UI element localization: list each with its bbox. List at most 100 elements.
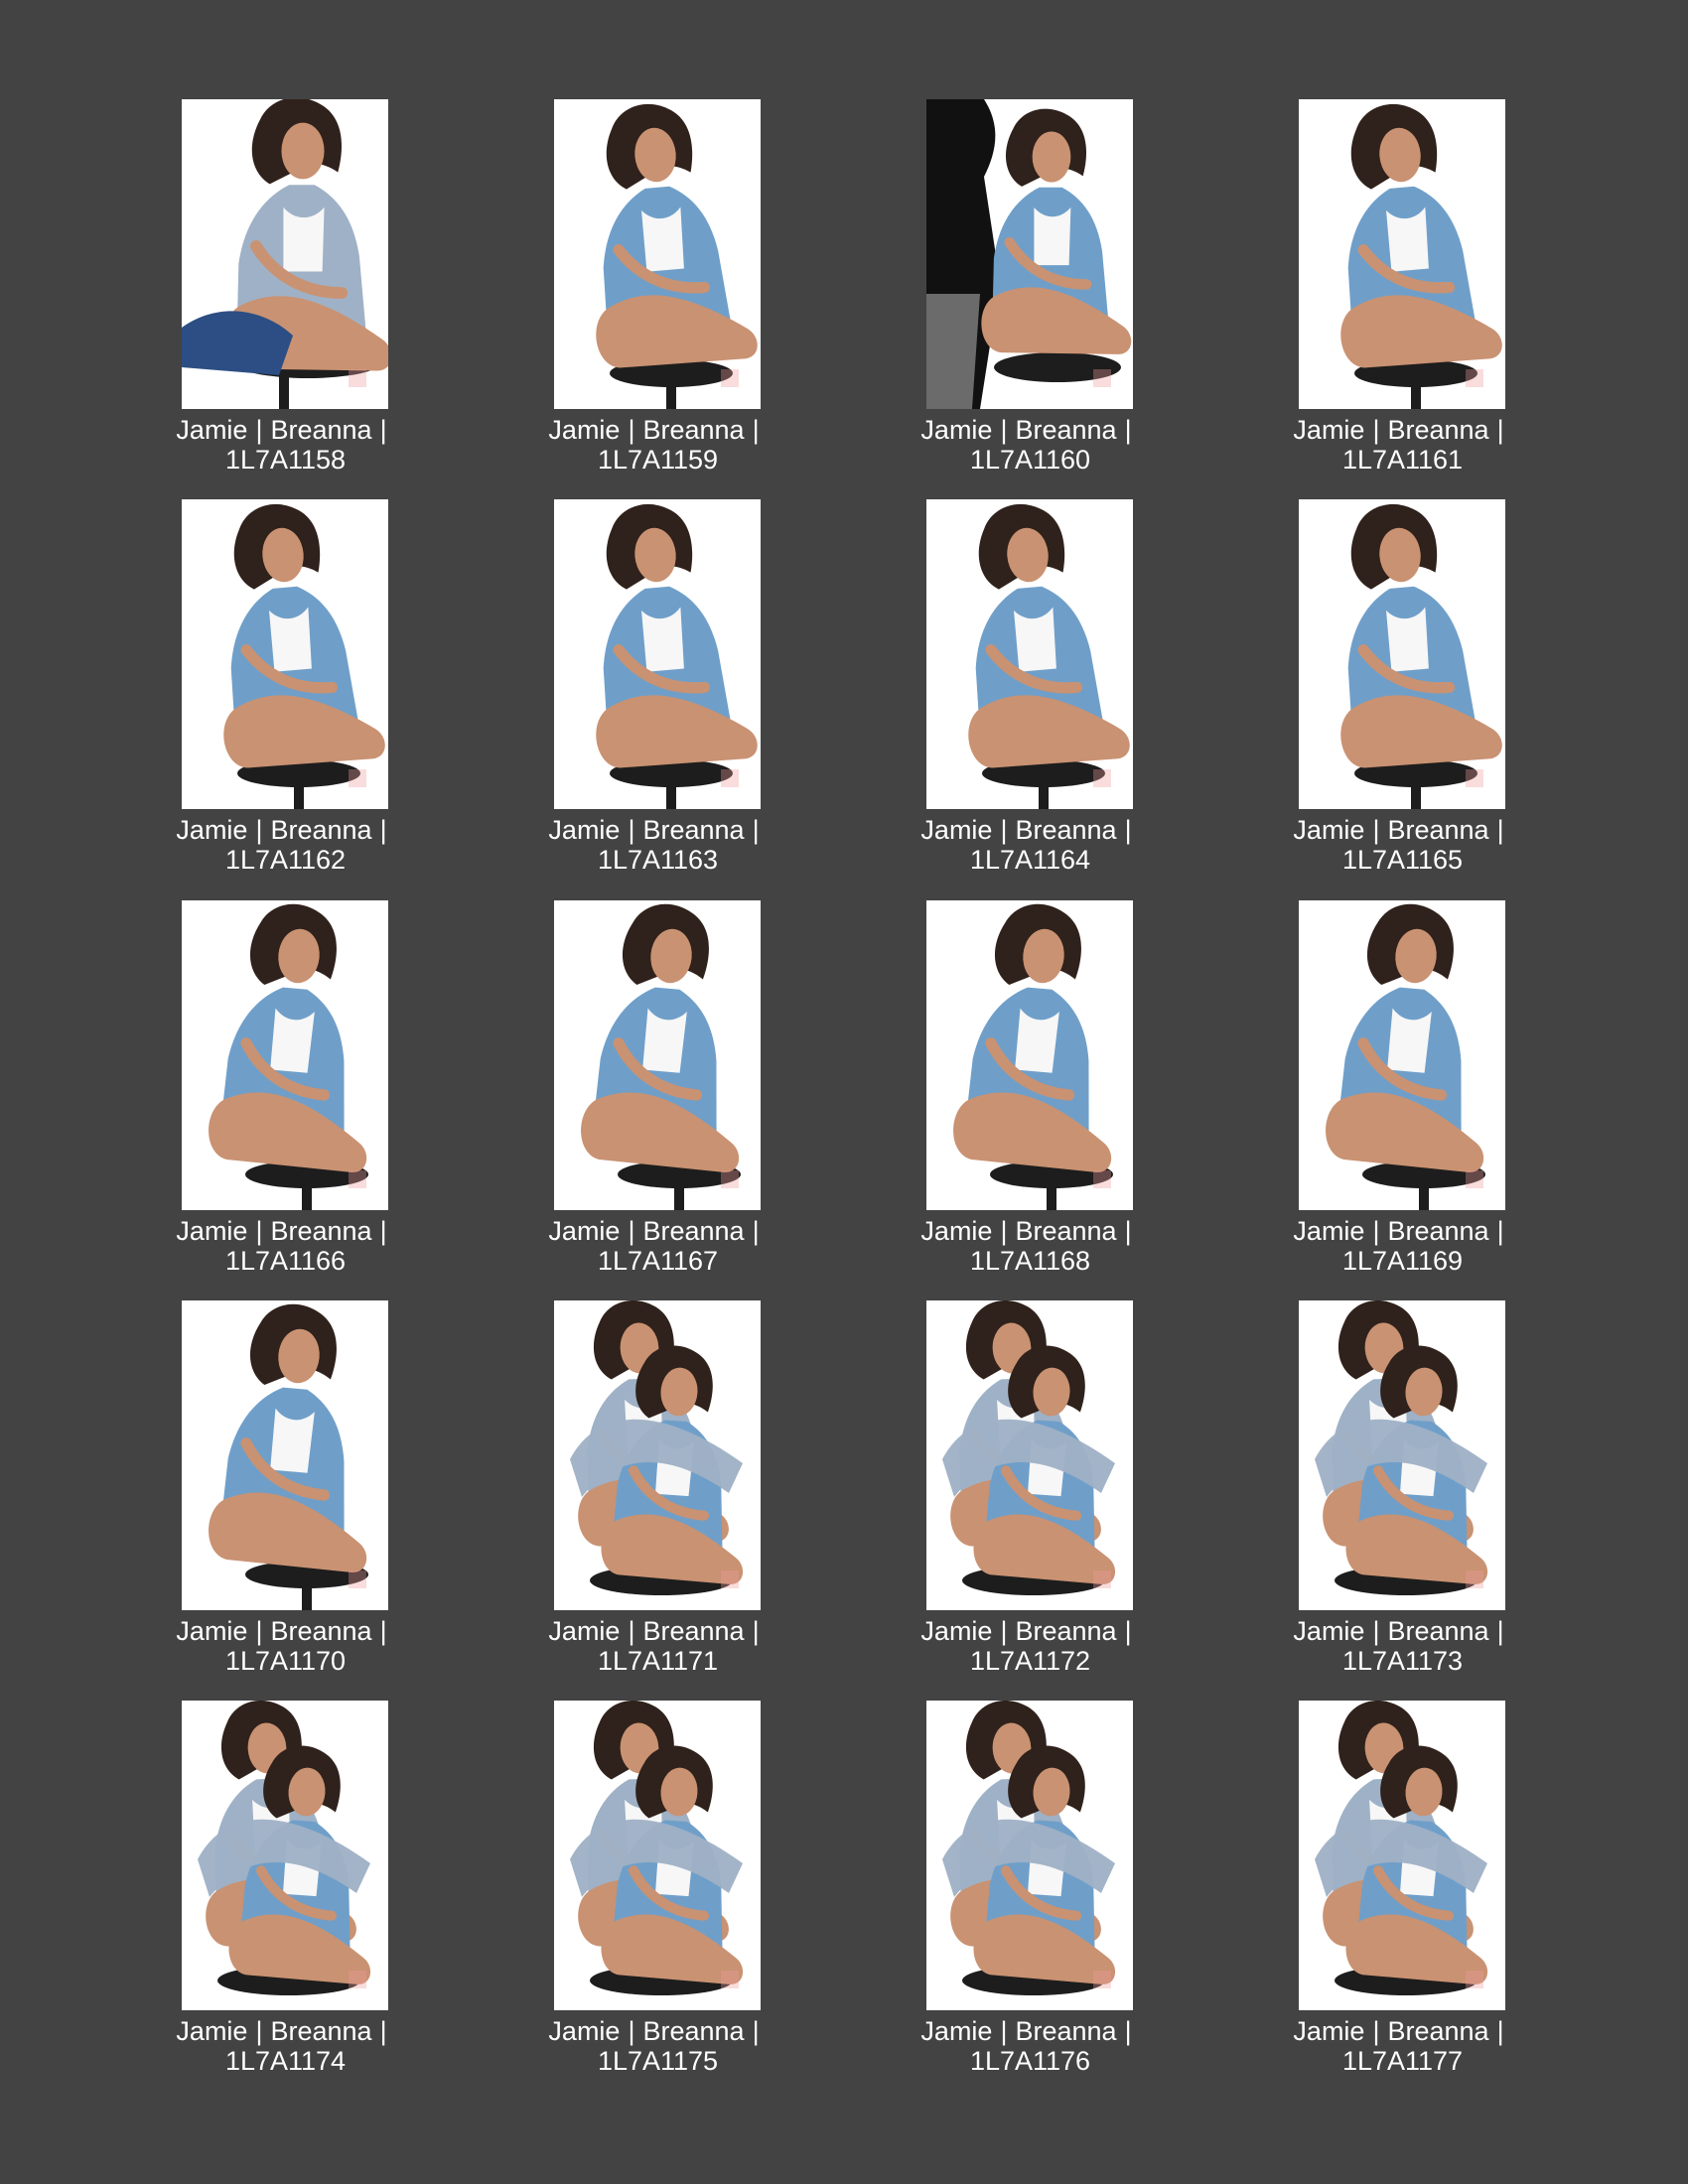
thumbnail-caption: Jamie | Breanna | 1L7A1176 — [874, 2016, 1187, 2076]
caption-separator: | — [379, 2016, 387, 2046]
caption-names: Jamie | Breanna | — [501, 415, 814, 445]
photo-thumbnail[interactable] — [554, 900, 761, 1210]
client-name: Jamie — [920, 815, 993, 845]
caption-separator: | — [1496, 415, 1504, 445]
thumbnail-caption: Jamie | Breanna | 1L7A1164 — [874, 815, 1187, 875]
photo-thumbnail[interactable] — [1299, 1300, 1505, 1610]
caption-separator: | — [1000, 1216, 1008, 1246]
thumbnail-cell: Jamie | Breanna | 1L7A1173 — [1246, 1300, 1544, 1676]
contact-sheet: Jamie | Breanna | 1L7A1158 Jamie | Breanna | 1L7… — [0, 0, 1688, 2184]
caption-names: Jamie | Breanna | — [129, 2016, 442, 2046]
file-name: 1L7A1164 — [969, 845, 1091, 875]
client-name: Jamie — [548, 1616, 621, 1646]
photo-thumbnail[interactable] — [554, 1701, 761, 2010]
file-name: 1L7A1176 — [969, 2046, 1091, 2076]
photo-thumbnail[interactable] — [1299, 99, 1505, 409]
photo-thumbnail[interactable] — [1299, 499, 1505, 809]
file-name: 1L7A1165 — [1341, 845, 1464, 875]
subject-name: Breanna — [1015, 415, 1117, 445]
photo-thumbnail[interactable] — [926, 900, 1133, 1210]
thumbnail-caption: Jamie | Breanna | 1L7A1159 — [501, 415, 814, 475]
caption-separator: | — [1124, 1216, 1132, 1246]
subject-name: Breanna — [642, 2016, 745, 2046]
file-name: 1L7A1172 — [969, 1646, 1091, 1676]
subject-name: Breanna — [1015, 2016, 1117, 2046]
caption-separator: | — [1000, 415, 1008, 445]
caption-separator: | — [1124, 815, 1132, 845]
photo-thumbnail[interactable] — [926, 99, 1133, 409]
thumbnail-caption: Jamie | Breanna | 1L7A1166 — [129, 1216, 442, 1276]
photo-thumbnail[interactable] — [182, 99, 388, 409]
caption-separator: | — [379, 1216, 387, 1246]
photo-thumbnail[interactable] — [926, 499, 1133, 809]
photo-thumbnail[interactable] — [182, 1701, 388, 2010]
caption-separator: | — [1124, 2016, 1132, 2046]
caption-separator: | — [752, 815, 760, 845]
photo-thumbnail[interactable] — [182, 499, 388, 809]
thumbnail-cell: Jamie | Breanna | 1L7A1166 — [129, 900, 427, 1276]
caption-names: Jamie | Breanna | — [874, 815, 1187, 845]
caption-names: Jamie | Breanna | — [1246, 815, 1559, 845]
thumbnail-cell: Jamie | Breanna | 1L7A1165 — [1246, 499, 1544, 875]
client-name: Jamie — [920, 1616, 993, 1646]
client-name: Jamie — [176, 415, 248, 445]
caption-separator: | — [752, 1216, 760, 1246]
client-name: Jamie — [548, 1216, 621, 1246]
caption-separator: | — [1000, 1616, 1008, 1646]
caption-separator: | — [752, 1616, 760, 1646]
thumbnail-cell: Jamie | Breanna | 1L7A1164 — [874, 499, 1172, 875]
photo-thumbnail[interactable] — [554, 499, 761, 809]
file-name: 1L7A1162 — [224, 845, 347, 875]
caption-separator: | — [1124, 1616, 1132, 1646]
photo-thumbnail[interactable] — [1299, 900, 1505, 1210]
photo-thumbnail[interactable] — [1299, 1701, 1505, 2010]
file-name: 1L7A1173 — [1341, 1646, 1464, 1676]
photo-thumbnail[interactable] — [182, 1300, 388, 1610]
thumbnail-cell: Jamie | Breanna | 1L7A1167 — [501, 900, 799, 1276]
caption-separator: | — [1496, 815, 1504, 845]
file-name: 1L7A1158 — [224, 445, 347, 475]
photo-thumbnail[interactable] — [926, 1701, 1133, 2010]
subject-name: Breanna — [1387, 415, 1489, 445]
subject-name: Breanna — [270, 1616, 372, 1646]
file-name: 1L7A1168 — [969, 1246, 1091, 1276]
caption-separator: | — [752, 2016, 760, 2046]
caption-separator: | — [1000, 2016, 1008, 2046]
client-name: Jamie — [1293, 415, 1365, 445]
subject-name: Breanna — [1015, 1216, 1117, 1246]
subject-name: Breanna — [642, 815, 745, 845]
thumbnail-caption: Jamie | Breanna | 1L7A1174 — [129, 2016, 442, 2076]
photo-thumbnail[interactable] — [182, 900, 388, 1210]
thumbnail-caption: Jamie | Breanna | 1L7A1177 — [1246, 2016, 1559, 2076]
caption-separator: | — [1000, 815, 1008, 845]
photo-thumbnail[interactable] — [926, 1300, 1133, 1610]
caption-names: Jamie | Breanna | — [1246, 1616, 1559, 1646]
client-name: Jamie — [176, 2016, 248, 2046]
subject-name: Breanna — [642, 415, 745, 445]
photo-thumbnail[interactable] — [554, 1300, 761, 1610]
caption-separator: | — [628, 415, 635, 445]
caption-separator: | — [255, 2016, 263, 2046]
caption-separator: | — [379, 415, 387, 445]
thumbnail-cell: Jamie | Breanna | 1L7A1163 — [501, 499, 799, 875]
caption-separator: | — [255, 1216, 263, 1246]
thumbnail-cell: Jamie | Breanna | 1L7A1160 — [874, 99, 1172, 475]
client-name: Jamie — [176, 1616, 248, 1646]
thumbnail-caption: Jamie | Breanna | 1L7A1175 — [501, 2016, 814, 2076]
file-name: 1L7A1174 — [224, 2046, 347, 2076]
caption-separator: | — [1496, 2016, 1504, 2046]
thumbnail-cell: Jamie | Breanna | 1L7A1172 — [874, 1300, 1172, 1676]
thumbnail-caption: Jamie | Breanna | 1L7A1163 — [501, 815, 814, 875]
caption-separator: | — [255, 815, 263, 845]
file-name: 1L7A1170 — [224, 1646, 347, 1676]
thumbnail-caption: Jamie | Breanna | 1L7A1171 — [501, 1616, 814, 1676]
caption-names: Jamie | Breanna | — [874, 1616, 1187, 1646]
caption-separator: | — [379, 815, 387, 845]
photo-thumbnail[interactable] — [554, 99, 761, 409]
caption-names: Jamie | Breanna | — [129, 415, 442, 445]
thumbnail-cell: Jamie | Breanna | 1L7A1159 — [501, 99, 799, 475]
caption-names: Jamie | Breanna | — [129, 815, 442, 845]
file-name: 1L7A1169 — [1341, 1246, 1464, 1276]
caption-separator: | — [1372, 1216, 1380, 1246]
client-name: Jamie — [1293, 1616, 1365, 1646]
